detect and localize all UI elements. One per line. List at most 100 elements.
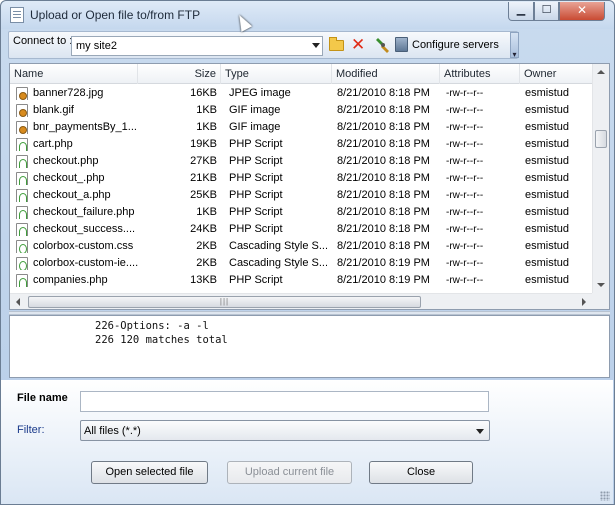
cell-type: PHP Script (229, 155, 283, 167)
image-file-icon (16, 121, 29, 134)
site-select-value: my site2 (76, 40, 117, 52)
column-header-owner[interactable]: Owner (520, 64, 592, 84)
site-select[interactable]: my site2 (71, 36, 323, 56)
cell-modified: 8/21/2010 8:18 PM (337, 240, 430, 252)
configure-servers-button[interactable]: Configure servers (395, 35, 507, 56)
file-options-panel: File name Filter: All files (*.*) Open s… (1, 380, 613, 504)
close-window-button[interactable]: ✕ (559, 2, 605, 21)
table-row[interactable]: cart.php 19KB PHP Script 8/21/2010 8:18 PM -… (10, 136, 592, 153)
cell-name: colorbox-custom.css (33, 240, 134, 252)
cell-owner: esmistud (525, 257, 570, 269)
window-title: Upload or Open file to/from FTP (30, 8, 201, 22)
scroll-down-icon[interactable] (597, 283, 605, 287)
vertical-scrollbar[interactable] (592, 64, 609, 293)
column-header-modified[interactable]: Modified (332, 64, 440, 84)
php-file-icon (16, 138, 29, 151)
table-row[interactable]: checkout_failure.php 1KB PHP Script 8/21/20… (10, 204, 592, 221)
file-name-input[interactable] (80, 391, 489, 412)
cell-modified: 8/21/2010 8:18 PM (337, 172, 430, 184)
cell-type: JPEG image (229, 87, 291, 99)
cell-type: PHP Script (229, 223, 283, 235)
maximize-button[interactable]: ☐ (534, 2, 559, 21)
cell-owner: esmistud (525, 189, 570, 201)
column-header-size[interactable]: Size (138, 64, 221, 84)
cell-name: checkout_failure.php (33, 206, 135, 218)
cell-size: 25KB (190, 189, 217, 201)
table-row[interactable]: colorbox-custom-ie.... 2KB Cascading Style… (10, 255, 592, 272)
cell-owner: esmistud (525, 274, 570, 286)
delete-icon[interactable]: ✕ (351, 35, 365, 55)
cell-name: checkout.php (33, 155, 99, 167)
table-row[interactable]: blank.gif 1KB GIF image 8/21/2010 8:18 PM -r… (10, 102, 592, 119)
column-header-attributes[interactable]: Attributes (440, 64, 520, 84)
column-header-name[interactable]: Name (10, 64, 138, 84)
cell-modified: 8/21/2010 8:18 PM (337, 223, 430, 235)
cell-name: blank.gif (33, 104, 74, 116)
cell-name: checkout_success.... (33, 223, 136, 235)
vertical-scroll-thumb[interactable] (595, 130, 607, 148)
filter-select-value: All files (*.*) (84, 425, 141, 437)
chevron-down-icon[interactable] (312, 43, 320, 48)
connect-toolbar: Connect to : my site2 ✕ Configure server… (8, 31, 518, 59)
file-name-label: File name (17, 392, 68, 404)
table-row[interactable]: checkout_a.php 25KB PHP Script 8/21/2010 8:… (10, 187, 592, 204)
cell-size: 21KB (190, 172, 217, 184)
resize-grip-icon[interactable] (600, 491, 610, 501)
table-row[interactable]: checkout_.php 21KB PHP Script 8/21/2010 8:1… (10, 170, 592, 187)
php-file-icon (16, 223, 29, 236)
scroll-right-icon[interactable] (582, 298, 586, 306)
filter-select[interactable]: All files (*.*) (80, 420, 490, 441)
connect-icon[interactable] (375, 36, 391, 54)
scroll-left-icon[interactable] (16, 298, 20, 306)
cell-name: colorbox-custom-ie.... (33, 257, 138, 269)
chevron-down-icon[interactable] (476, 429, 484, 434)
table-row[interactable]: banner728.jpg 16KB JPEG image 8/21/2010 8:1… (10, 85, 592, 102)
upload-current-file-button[interactable]: Upload current file (227, 461, 352, 484)
cell-size: 2KB (196, 257, 217, 269)
cell-attributes: -rw-r--r-- (446, 122, 484, 133)
cell-owner: esmistud (525, 240, 570, 252)
cell-modified: 8/21/2010 8:18 PM (337, 87, 430, 99)
table-row[interactable]: checkout_success.... 24KB PHP Script 8/21/2… (10, 221, 592, 238)
table-row[interactable]: bnr_paymentsBy_1... 1KB GIF image 8/21/2010… (10, 119, 592, 136)
open-selected-file-button[interactable]: Open selected file (91, 461, 208, 484)
table-row[interactable]: colorbox-custom.css 2KB Cascading Style S.… (10, 238, 592, 255)
file-list[interactable]: Name Size Type Modified Attributes Owner… (9, 63, 610, 310)
cell-attributes: -rw-r--r-- (446, 105, 484, 116)
css-file-icon (16, 240, 29, 253)
cell-owner: esmistud (525, 206, 570, 218)
cell-owner: esmistud (525, 87, 570, 99)
cell-owner: esmistud (525, 172, 570, 184)
log-line: 226 120 matches total (95, 334, 228, 346)
minimize-button[interactable]: ▁ (508, 2, 534, 21)
cell-name: checkout_a.php (33, 189, 111, 201)
document-icon (10, 7, 24, 23)
folder-open-icon[interactable] (329, 37, 344, 51)
php-file-icon (16, 172, 29, 185)
cell-modified: 8/21/2010 8:19 PM (337, 274, 430, 286)
horizontal-scroll-thumb[interactable]: ||| (28, 296, 421, 308)
close-button[interactable]: Close (369, 461, 473, 484)
scroll-up-icon[interactable] (597, 70, 605, 74)
cell-modified: 8/21/2010 8:18 PM (337, 138, 430, 150)
cell-modified: 8/21/2010 8:18 PM (337, 189, 430, 201)
table-row[interactable]: companies.php 13KB PHP Script 8/21/2010 8:1… (10, 272, 592, 289)
scrollbar-corner (592, 293, 609, 309)
title-bar[interactable]: Upload or Open file to/from FTP ▁ ☐ ✕ (1, 1, 614, 29)
configure-servers-label: Configure servers (412, 39, 499, 51)
cell-type: GIF image (229, 121, 281, 133)
column-header-type[interactable]: Type (221, 64, 332, 84)
php-file-icon (16, 155, 29, 168)
cell-type: PHP Script (229, 189, 283, 201)
cell-size: 24KB (190, 223, 217, 235)
cell-owner: esmistud (525, 138, 570, 150)
horizontal-scrollbar[interactable]: ||| (10, 293, 592, 309)
cell-size: 1KB (196, 104, 217, 116)
cell-type: PHP Script (229, 172, 283, 184)
toolbar-overflow-button[interactable]: ▾ (510, 32, 519, 59)
cell-size: 2KB (196, 240, 217, 252)
cell-attributes: -rw-r--r-- (446, 190, 484, 201)
cell-size: 27KB (190, 155, 217, 167)
table-row[interactable]: checkout.php 27KB PHP Script 8/21/2010 8:18… (10, 153, 592, 170)
cell-owner: esmistud (525, 155, 570, 167)
